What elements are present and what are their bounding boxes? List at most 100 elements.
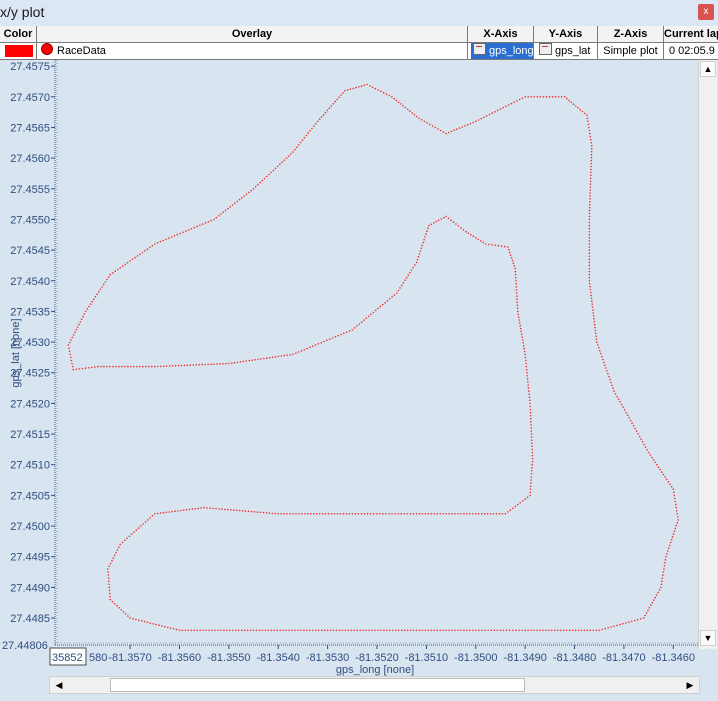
header-z-axis[interactable]: Z-Axis <box>598 26 664 43</box>
track-point <box>469 513 471 515</box>
xy-plot[interactable]: 27.4575 27.4570 27.4565 27.4560 27.4555 27.45… <box>0 60 700 696</box>
row-overlay-cell[interactable]: RaceData <box>37 43 468 60</box>
track-point <box>94 295 97 298</box>
track-point <box>497 244 500 247</box>
track-point <box>300 629 302 632</box>
track-point <box>625 622 627 624</box>
track-point <box>119 543 121 546</box>
track-point <box>515 276 517 279</box>
track-point <box>670 538 673 541</box>
track-point <box>143 620 146 623</box>
track-point <box>525 359 527 362</box>
track-point <box>149 246 151 249</box>
track-point <box>590 148 593 150</box>
track-point <box>270 171 272 174</box>
track-point <box>297 144 300 146</box>
track-point <box>520 333 523 336</box>
track-point <box>586 117 589 120</box>
track-point <box>592 315 595 317</box>
track-point <box>263 357 265 360</box>
track-point <box>590 165 592 168</box>
track-point <box>130 365 132 368</box>
track-point <box>565 629 568 632</box>
track-point <box>121 541 124 544</box>
track-point <box>674 527 677 530</box>
track-point <box>392 629 394 632</box>
track-point <box>466 513 468 515</box>
row-z-axis-cell[interactable]: Simple plot <box>598 43 664 60</box>
scroll-down-button[interactable]: ▼ <box>700 630 716 646</box>
track-point <box>660 586 662 589</box>
scroll-right-button[interactable]: ▶ <box>683 678 697 692</box>
track-point <box>156 242 159 244</box>
header-overlay[interactable]: Overlay <box>37 26 468 43</box>
track-point <box>529 494 531 497</box>
header-current-lap[interactable]: Current lap <box>664 26 718 43</box>
horizontal-scrollbar[interactable]: ◀ ▶ <box>49 676 700 694</box>
track-point <box>424 629 427 632</box>
track-point <box>351 329 354 331</box>
track-point <box>321 513 324 515</box>
track-point <box>664 476 666 478</box>
track-point <box>591 303 593 305</box>
track-point <box>148 365 150 368</box>
channel-icon <box>473 43 486 55</box>
track-point <box>81 367 84 370</box>
track-point <box>136 365 138 368</box>
track-point <box>260 358 262 360</box>
track-point <box>515 286 518 288</box>
track-point <box>512 629 514 632</box>
close-button[interactable]: x <box>698 4 714 20</box>
track-point <box>623 409 626 411</box>
track-point <box>516 100 518 102</box>
vertical-scrollbar[interactable]: ▲ ▼ <box>698 60 717 649</box>
track-point <box>571 629 574 632</box>
row-current-lap-cell[interactable]: 0 02:05.9 <box>664 43 718 60</box>
track-point <box>290 153 292 155</box>
header-color[interactable]: Color <box>0 26 37 43</box>
track-point <box>530 433 533 435</box>
track-point <box>495 513 498 515</box>
header-y-axis[interactable]: Y-Axis <box>534 26 598 43</box>
track-point <box>279 629 282 632</box>
track-point <box>300 350 303 352</box>
track-point <box>334 336 337 338</box>
track-point <box>588 221 591 224</box>
color-swatch[interactable] <box>5 45 33 57</box>
track-point <box>330 105 333 107</box>
track-point <box>512 507 514 510</box>
track-point <box>71 336 74 339</box>
track-point <box>590 168 592 171</box>
y-axis-channel[interactable]: gps_lat <box>537 43 596 59</box>
track-point <box>675 503 677 506</box>
track-point <box>463 629 465 632</box>
track-point <box>120 609 123 611</box>
track-point <box>126 537 128 540</box>
track-point <box>180 509 182 512</box>
x-axis-channel[interactable]: gps_long <box>471 43 533 59</box>
track-point <box>145 365 147 368</box>
track-point <box>360 513 363 515</box>
track-point <box>211 629 213 632</box>
scroll-up-button[interactable]: ▲ <box>700 61 716 77</box>
track-point <box>415 629 418 632</box>
track-point <box>383 629 385 632</box>
row-color-cell[interactable] <box>0 43 37 60</box>
x-tick-label: -81.3470 <box>602 652 645 664</box>
row-y-axis-cell[interactable]: gps_lat <box>534 43 598 60</box>
header-x-axis[interactable]: X-Axis <box>468 26 534 43</box>
track-point <box>229 206 232 208</box>
track-point <box>316 120 319 123</box>
track-point <box>523 350 526 353</box>
track-point <box>246 629 249 632</box>
track-point <box>128 535 131 538</box>
scroll-left-button[interactable]: ◀ <box>52 678 66 692</box>
track-point <box>588 249 591 251</box>
row-x-axis-cell[interactable]: gps_long <box>468 43 534 60</box>
track-point <box>496 629 499 632</box>
track-point <box>529 411 532 414</box>
track-point <box>146 621 149 624</box>
horizontal-scroll-thumb[interactable] <box>110 678 525 692</box>
xy-plot-area[interactable]: 27.4575 27.4570 27.4565 27.4560 27.4555 27.45… <box>0 60 700 696</box>
track-point <box>165 238 167 241</box>
